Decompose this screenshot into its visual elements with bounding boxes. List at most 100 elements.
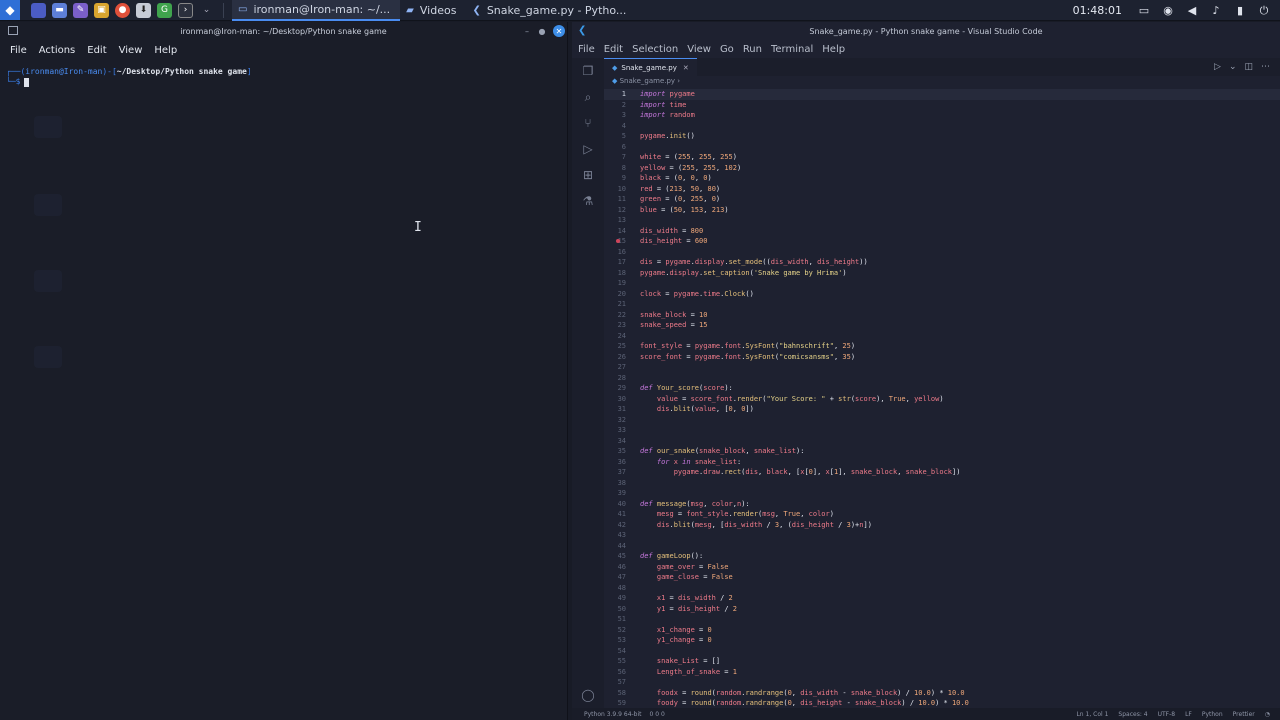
language-mode[interactable]: Python xyxy=(1202,711,1223,718)
menu-run[interactable]: Run xyxy=(743,44,762,55)
menu-edit[interactable]: Edit xyxy=(604,44,623,55)
menu-help[interactable]: Help xyxy=(822,44,845,55)
text-editor-icon[interactable]: ✎ xyxy=(73,2,88,18)
notification-bell-icon[interactable]: ♪ xyxy=(1209,4,1223,18)
vscode-titlebar: ❮ Snake_game.py - Python snake game - Vi… xyxy=(572,22,1280,40)
code-line: def message(msg, color,n): xyxy=(640,499,750,508)
code-line: dis.blit(value, [0, 0]) xyxy=(656,405,754,413)
code-line: green = (0, 255, 0) xyxy=(640,195,721,203)
problems-count[interactable]: 0 0 0 xyxy=(650,711,665,718)
lock-icon[interactable]: ▮ xyxy=(1233,4,1247,18)
line-number: 11 xyxy=(617,195,626,203)
chevron-down-icon[interactable]: ⌄ xyxy=(1229,62,1237,72)
menu-help[interactable]: Help xyxy=(154,45,177,56)
terminal-window: ironman@Iron-man: ~/Desktop/Python snake… xyxy=(0,22,568,720)
menu-file[interactable]: File xyxy=(10,45,27,56)
code-line: black = (0, 0, 0) xyxy=(640,174,712,182)
text-cursor xyxy=(24,77,30,87)
code-line: dis = pygame.display.set_mode((dis_width… xyxy=(640,258,868,266)
menu-go[interactable]: Go xyxy=(720,44,734,55)
task-videos[interactable]: ▰ Videos xyxy=(400,0,466,21)
code-line: value = score_font.render("Your Score: "… xyxy=(656,394,944,403)
chrome-icon[interactable]: ● xyxy=(115,2,130,18)
menu-actions[interactable]: Actions xyxy=(39,45,76,56)
network-icon[interactable]: ◉ xyxy=(1161,4,1175,18)
tab-close-icon[interactable]: ✕ xyxy=(683,64,689,72)
more-actions-icon[interactable]: ⋯ xyxy=(1261,62,1270,72)
code-line: mesg = font_style.render(msg, True, colo… xyxy=(656,510,834,518)
code-line: def gameLoop(): xyxy=(640,552,704,560)
code-line: def Your_score(score): xyxy=(640,384,733,392)
settings-app-icon[interactable]: ▣ xyxy=(94,2,109,18)
cursor-position[interactable]: Ln 1, Col 1 xyxy=(1076,711,1108,718)
maximize-icon[interactable]: ● xyxy=(536,25,548,37)
run-debug-icon[interactable]: ▷ xyxy=(572,136,604,162)
notifications-bell-icon[interactable]: ◔ xyxy=(1265,711,1270,718)
account-icon[interactable]: ◯ xyxy=(572,682,604,708)
python-interpreter[interactable]: Python 3.9.9 64-bit xyxy=(584,711,642,718)
clock[interactable]: 01:48:01 xyxy=(1073,4,1122,17)
display-icon[interactable]: ▭ xyxy=(1137,4,1151,18)
line-number: 13 xyxy=(617,216,626,224)
breadcrumb[interactable]: ◆ Snake_game.py › xyxy=(612,77,680,85)
menu-file[interactable]: File xyxy=(578,44,595,55)
explorer-icon[interactable]: ❐ xyxy=(572,58,604,84)
prompt-input-line: └─ $ xyxy=(6,77,561,87)
terminal-output[interactable]: ┌──(ironman@Iron-man)-[~/Desktop/Python … xyxy=(0,59,567,95)
line-number: 28 xyxy=(617,373,626,382)
line-number: 30 xyxy=(617,394,626,403)
prettier-status[interactable]: Prettier xyxy=(1233,711,1255,718)
task-terminal[interactable]: ▭ ironman@Iron-man: ~/... xyxy=(232,0,401,21)
workspace-icon[interactable] xyxy=(31,2,46,18)
download-icon[interactable]: ⬇ xyxy=(136,2,151,18)
testing-icon[interactable]: ⚗ xyxy=(572,188,604,214)
volume-icon[interactable]: ◀ xyxy=(1185,4,1199,18)
line-number: 33 xyxy=(617,426,626,434)
power-icon[interactable]: ⏻ xyxy=(1257,4,1271,18)
code-line: pygame.draw.rect(dis, black, [x[0], x[1]… xyxy=(673,468,961,476)
indentation[interactable]: Spaces: 4 xyxy=(1118,711,1147,718)
line-number: 35 xyxy=(617,447,626,455)
minimize-icon[interactable]: – xyxy=(521,25,533,37)
line-number: 8 xyxy=(621,163,626,172)
breakpoint-marker[interactable] xyxy=(616,239,620,243)
menu-terminal[interactable]: Terminal xyxy=(771,44,813,55)
encoding[interactable]: UTF-8 xyxy=(1158,711,1176,718)
tab-snake-game[interactable]: ◆ Snake_game.py ✕ xyxy=(604,58,697,76)
line-number: 29 xyxy=(617,384,626,392)
start-menu-icon[interactable]: ◆ xyxy=(0,0,20,20)
extensions-icon[interactable]: ⊞ xyxy=(572,162,604,188)
split-editor-icon[interactable]: ◫ xyxy=(1244,62,1253,72)
source-control-icon[interactable]: ⑂ xyxy=(572,110,604,136)
line-ending[interactable]: LF xyxy=(1185,711,1192,718)
line-number: 45 xyxy=(617,552,626,560)
terminal-window-icon xyxy=(8,26,18,35)
menu-view[interactable]: View xyxy=(687,44,711,55)
menu-selection[interactable]: Selection xyxy=(632,44,678,55)
code-line: import time xyxy=(640,100,687,109)
line-number: 24 xyxy=(617,331,626,340)
run-file-icon[interactable]: ▷ xyxy=(1214,62,1221,72)
line-number: 5 xyxy=(621,132,626,140)
line-number: 10 xyxy=(617,184,626,193)
line-number: 54 xyxy=(617,646,626,655)
menu-edit[interactable]: Edit xyxy=(87,45,106,56)
code-line: for x in snake_list: xyxy=(656,457,742,466)
code-editor[interactable]: 1 import pygame 2 import time 3 import random… xyxy=(604,89,1280,709)
file-manager-icon[interactable]: ▬ xyxy=(52,2,67,18)
task-vscode[interactable]: ❮ Snake_game.py - Pytho... xyxy=(466,0,636,21)
system-tray: 01:48:01 ▭ ◉ ◀ ♪ ▮ ⏻ xyxy=(1073,0,1280,21)
menu-view[interactable]: View xyxy=(119,45,143,56)
line-number: 34 xyxy=(617,436,626,445)
line-number: 43 xyxy=(617,531,626,539)
vscode-window: ❮ Snake_game.py - Python snake game - Vi… xyxy=(572,22,1280,720)
app-green-icon[interactable]: G xyxy=(157,2,172,18)
line-number: 50 xyxy=(617,604,626,613)
chevron-down-icon[interactable]: ⌄ xyxy=(199,3,214,18)
terminal-launcher-icon[interactable]: › xyxy=(178,2,193,18)
line-number: 48 xyxy=(617,583,626,592)
line-number: 19 xyxy=(617,279,626,287)
close-icon[interactable]: ✕ xyxy=(553,25,565,37)
search-icon[interactable]: ⌕ xyxy=(572,84,604,110)
python-file-icon: ◆ xyxy=(612,63,618,72)
